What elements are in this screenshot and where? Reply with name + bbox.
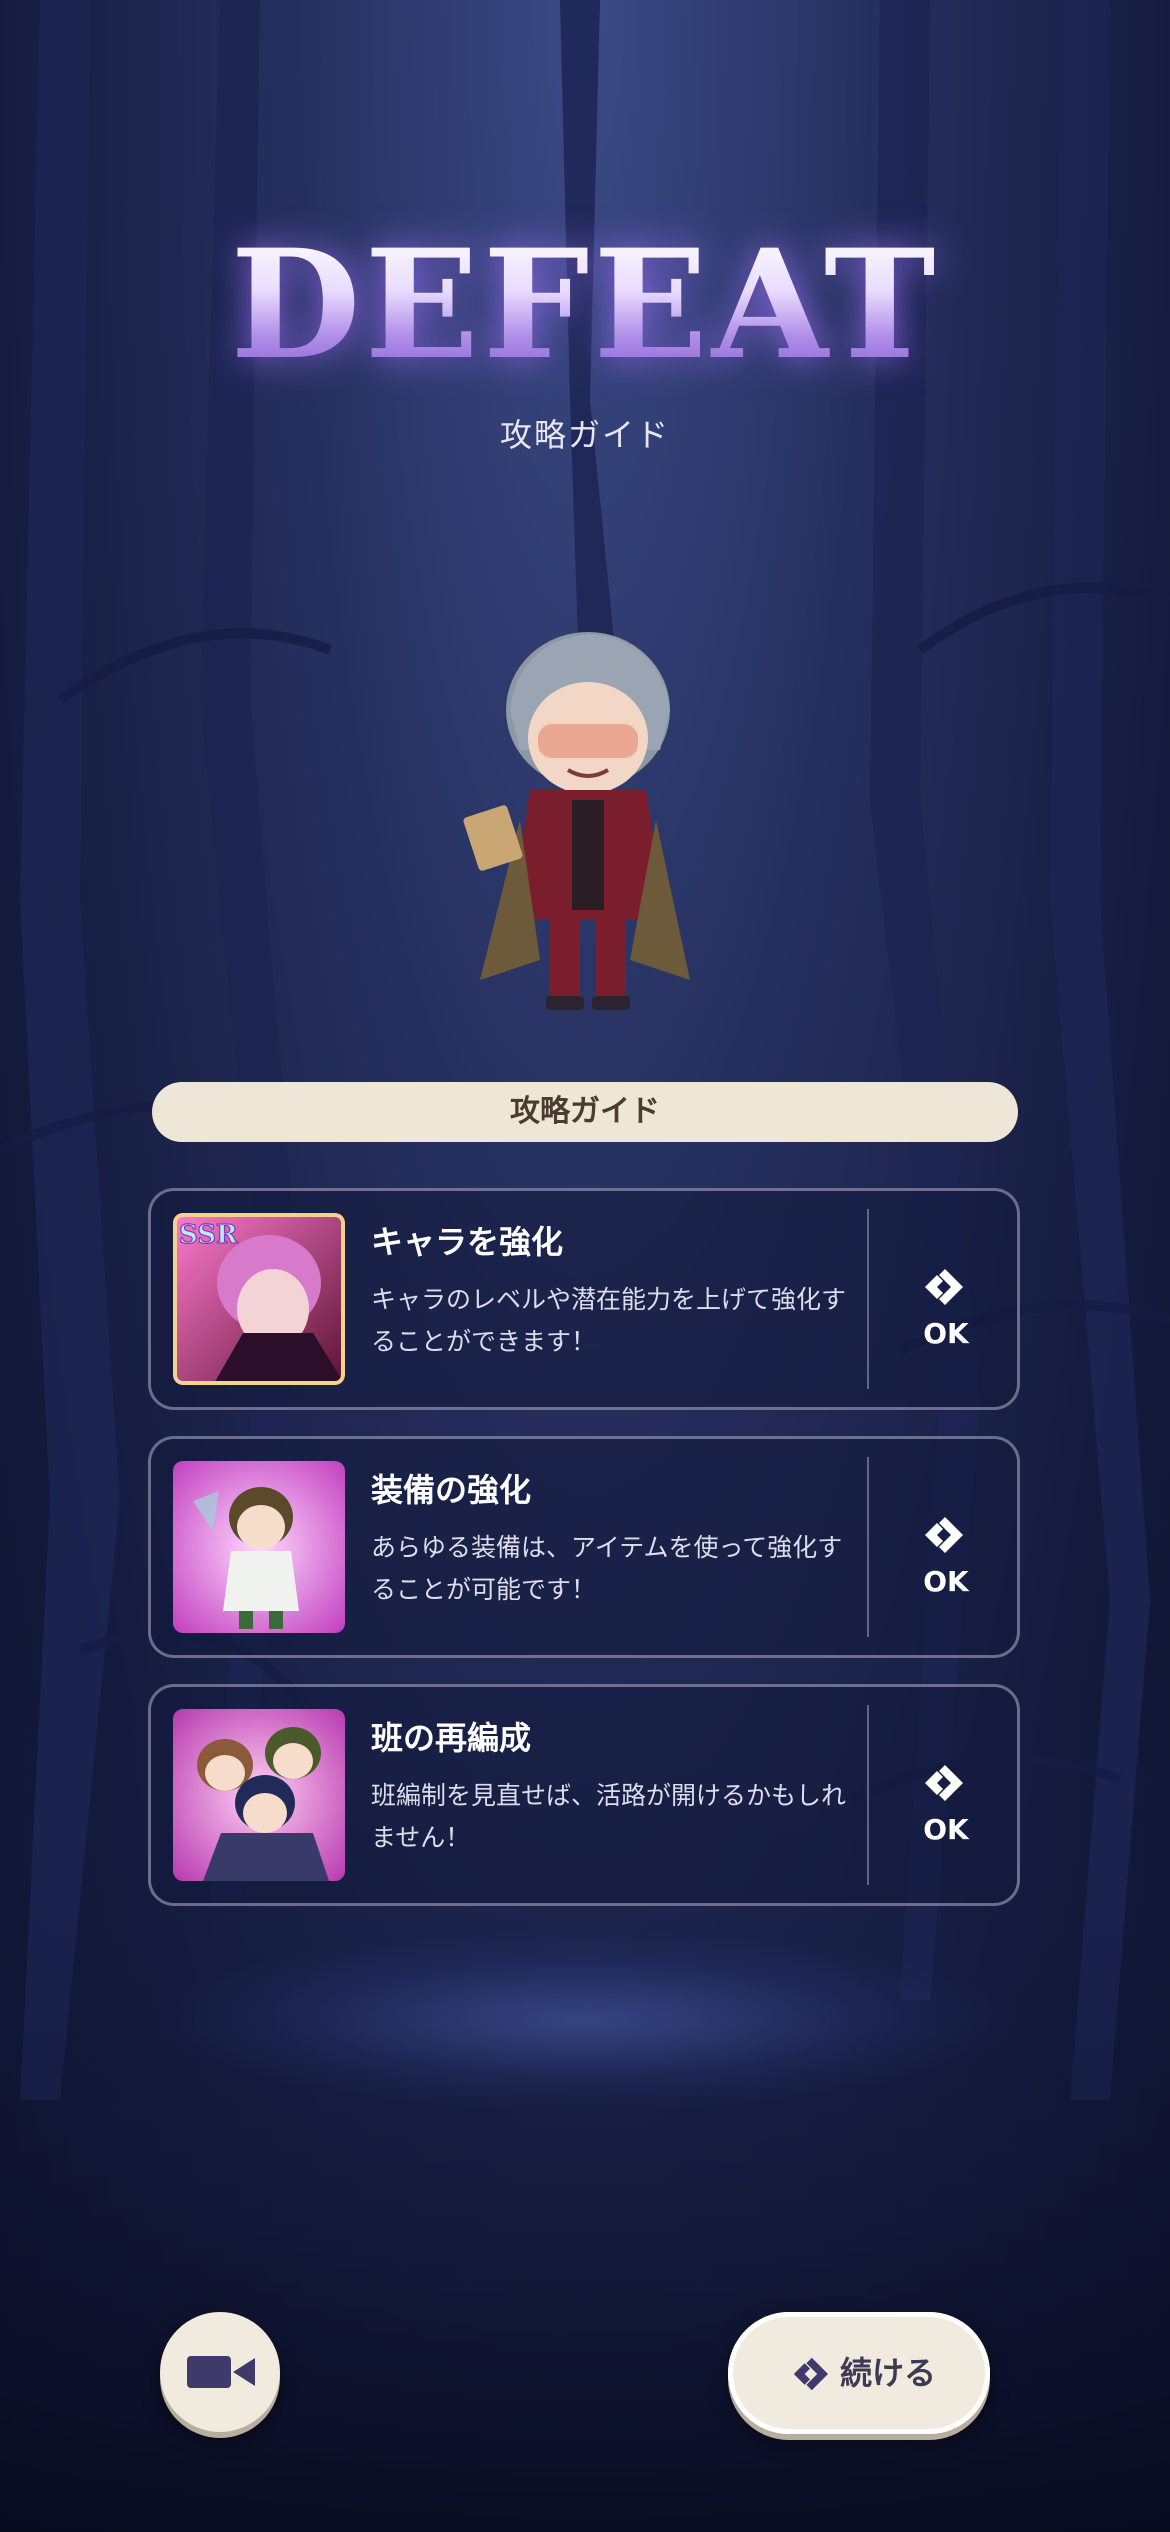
double-chevron-right-icon [793,2357,828,2391]
character-chibi-icon [463,632,690,1010]
card-divider [867,1209,869,1389]
continue-button[interactable]: 続ける [728,2312,990,2434]
card-description: キャラのレベルや潜在能力を上げて強化することができます！ [371,1285,847,1356]
ok-button[interactable]: OK [871,1191,1021,1409]
defeat-title: DEFEAT [230,217,940,393]
ok-label: OK [923,1317,969,1350]
double-chevron-right-icon [925,1517,963,1553]
guide-card-reorganize-team[interactable]: 班の再編成 班編制を見直せば、活路が開けるかもしれません！ OK [148,1684,1020,1906]
card-title: 班の再編成 [371,1719,532,1757]
double-chevron-right-icon [925,1765,963,1801]
card-title: 装備の強化 [371,1471,532,1509]
character-card-thumbnail: SSR [173,1213,345,1385]
card-description: あらゆる装備は、アイテムを使って強化することが可能です！ [371,1533,843,1604]
title-wrap: DEFEAT [0,230,1170,380]
floor-glow [150,1930,1020,2110]
ok-label: OK [923,1565,969,1598]
card-description: 班編制を見直せば、活路が開けるかもしれません！ [371,1781,847,1852]
guide-card-upgrade-character[interactable]: SSR キャラを強化 キャラのレベルや潜在能力を上げて強化することができます！ … [148,1188,1020,1410]
card-divider [867,1457,869,1637]
card-title: キャラを強化 [371,1223,564,1261]
ok-button[interactable]: OK [871,1687,1021,1905]
page-subtitle: 攻略ガイド [499,416,670,454]
guide-heading: 攻略ガイド [152,1082,1018,1142]
team-card-thumbnail [173,1709,345,1881]
continue-label: 続ける [840,2354,937,2392]
ssr-badge: SSR [179,1220,238,1250]
card-divider [867,1705,869,1885]
double-chevron-right-icon [925,1269,963,1305]
equipment-card-thumbnail [173,1461,345,1633]
video-camera-icon [187,2356,255,2388]
replay-video-button[interactable] [160,2312,280,2432]
guide-card-upgrade-equipment[interactable]: 装備の強化 あらゆる装備は、アイテムを使って強化することが可能です！ OK [148,1436,1020,1658]
ok-label: OK [923,1813,969,1846]
ok-button[interactable]: OK [871,1439,1021,1657]
